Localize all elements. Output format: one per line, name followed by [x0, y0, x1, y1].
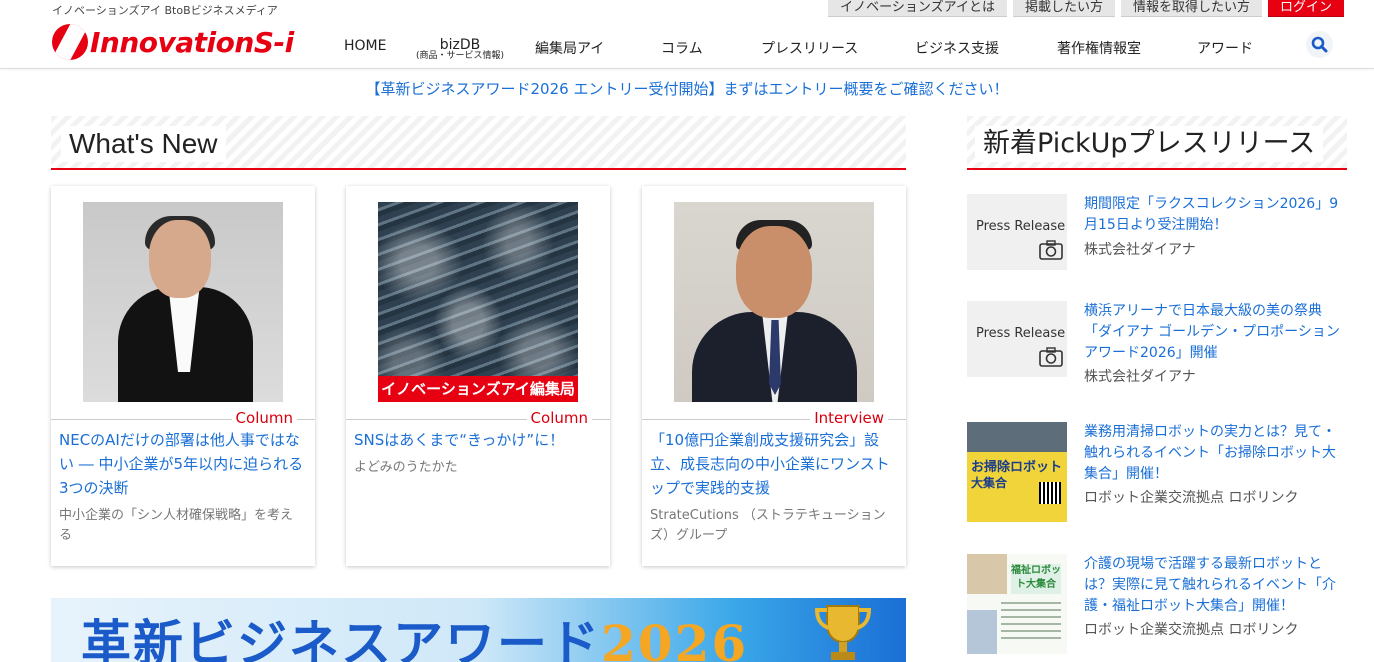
card-category: Column [526, 409, 592, 427]
nav-home[interactable]: HOME [344, 38, 386, 54]
pickup-title: 新着PickUpプレスリリース [975, 126, 1324, 162]
press-release-company: 株式会社ダイアナ [1084, 242, 1196, 258]
camera-icon [1039, 240, 1063, 260]
card-image-label: イノベーションズアイ編集局 [378, 376, 578, 402]
about-link[interactable]: イノベーションズアイとは [828, 0, 1007, 17]
utility-links: イノベーションズアイとは 掲載したい方 情報を取得したい方 ログイン [828, 0, 1344, 17]
press-release-item[interactable]: お掃除ロボット 大集合 業務用清掃ロボットの実力とは？見て・触れられるイベント「… [967, 422, 1347, 522]
card-author: よどみのうたかた [354, 460, 458, 475]
award-announcement-link[interactable]: 【革新ビジネスアワード2026 エントリー受付開始】まずはエントリー概要をご確認… [0, 78, 1374, 99]
card-image [83, 202, 283, 402]
press-release-thumb: 福祉ロボット大集合 [967, 554, 1067, 654]
search-button[interactable] [1306, 31, 1333, 58]
card-category-row: Interview [642, 409, 906, 429]
press-release-thumb: Press Release [967, 194, 1067, 270]
advertise-link[interactable]: 掲載したい方 [1012, 0, 1115, 17]
flyer-subtitle: 大集合 [971, 476, 1008, 490]
card-title[interactable]: NECのAIだけの部署は他人事ではない ― 中小企業が5年以内に迫られる3つの決… [59, 428, 305, 500]
news-card[interactable]: イノベーションズアイ編集局 Column SNSはあくまで“きっかけ”に！ よど… [346, 186, 610, 566]
camera-icon [1039, 347, 1063, 367]
card-category: Interview [810, 409, 888, 427]
nav-press-release[interactable]: プレスリリース [761, 38, 858, 58]
nav-bizdb-sub: (商品・サービス情報) [415, 51, 505, 61]
award-banner-year: 2026 [601, 614, 749, 662]
pickup-heading: 新着PickUpプレスリリース [967, 116, 1347, 170]
card-image: イノベーションズアイ編集局 [378, 202, 578, 402]
press-release-company: ロボット企業交流拠点 ロボリンク [1084, 622, 1299, 638]
card-author: 中小企業の「シン人材確保戦略」を考える [59, 508, 294, 543]
press-release-company: ロボット企業交流拠点 ロボリンク [1084, 490, 1299, 506]
press-release-title[interactable]: 横浜アリーナで日本最大級の美の祭典「ダイアナ ゴールデン・プロポーションアワード… [1084, 301, 1349, 364]
card-category-row: Column [346, 409, 610, 429]
card-title[interactable]: SNSはあくまで“きっかけ”に！ [354, 428, 600, 452]
qr-code-icon [1039, 482, 1061, 504]
card-category: Column [231, 409, 297, 427]
press-release-title[interactable]: 業務用清掃ロボットの実力とは？見て・触れられるイベント「お掃除ロボット大集合」開… [1084, 422, 1349, 485]
press-release-title[interactable]: 介護の現場で活躍する最新ロボットとは？実際に見て触れられるイベント「介護・福祉ロ… [1084, 554, 1349, 617]
card-title[interactable]: 「10億円企業創成支援研究会」設立、成長志向の中小企業にワンストップで実践的支援 [650, 428, 896, 500]
press-release-thumb: Press Release [967, 301, 1067, 377]
flyer-title: お掃除ロボット [971, 460, 1063, 475]
press-release-thumb: お掃除ロボット 大集合 [967, 422, 1067, 522]
whats-new-title: What's New [61, 126, 226, 162]
whats-new-heading: What's New [51, 116, 906, 170]
press-release-placeholder-label: Press Release [976, 326, 1066, 341]
award-banner[interactable]: 革新ビジネスアワード2026 [51, 598, 906, 662]
card-image [674, 202, 874, 402]
press-release-company: 株式会社ダイアナ [1084, 369, 1196, 385]
trophy-icon [814, 605, 872, 660]
nav-business-support[interactable]: ビジネス支援 [915, 38, 999, 58]
press-release-title[interactable]: 期間限定「ラクスコレクション2026」9月15日より受注開始！ [1084, 194, 1349, 236]
card-category-row: Column [51, 409, 315, 429]
nav-award[interactable]: アワード [1197, 38, 1253, 58]
award-banner-text: 革新ビジネスアワード2026 [81, 604, 748, 662]
news-card[interactable]: Column NECのAIだけの部署は他人事ではない ― 中小企業が5年以内に迫… [51, 186, 315, 566]
subscribe-link[interactable]: 情報を取得したい方 [1120, 0, 1262, 17]
site-tagline: イノベーションズアイ BtoBビジネスメディア [52, 4, 278, 17]
award-banner-title: 革新ビジネスアワード [81, 614, 601, 662]
nav-bizdb[interactable]: bizDB (商品・サービス情報) [410, 37, 510, 61]
card-author: StrateCutions （ストラテキューションズ）グループ [650, 508, 886, 543]
press-release-placeholder-label: Press Release [976, 219, 1066, 234]
press-release-item[interactable]: Press Release 横浜アリーナで日本最大級の美の祭典「ダイアナ ゴール… [967, 301, 1347, 391]
header-divider [0, 68, 1374, 69]
news-card[interactable]: Interview 「10億円企業創成支援研究会」設立、成長志向の中小企業にワン… [642, 186, 906, 566]
main-nav: HOME bizDB (商品・サービス情報) 編集局アイ コラム プレスリリース… [0, 28, 1374, 64]
nav-column[interactable]: コラム [661, 38, 703, 58]
press-release-item[interactable]: Press Release 期間限定「ラクスコレクション2026」9月15日より… [967, 194, 1347, 274]
nav-copyright[interactable]: 著作権情報室 [1057, 38, 1141, 58]
login-button[interactable]: ログイン [1267, 0, 1344, 17]
search-icon [1311, 36, 1328, 53]
press-release-item[interactable]: 福祉ロボット大集合 介護の現場で活躍する最新ロボットとは？実際に見て触れられるイ… [967, 554, 1347, 654]
nav-editorial[interactable]: 編集局アイ [535, 38, 604, 58]
flyer-title: 福祉ロボット大集合 [1011, 564, 1061, 594]
